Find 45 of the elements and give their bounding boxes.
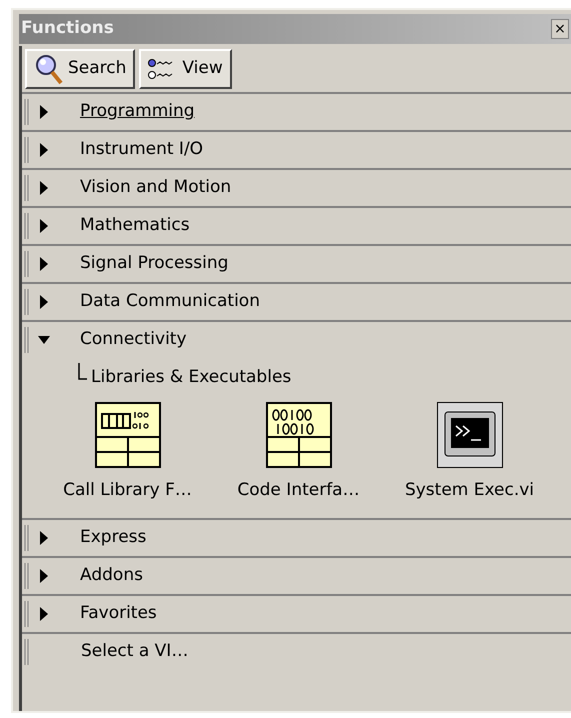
grip-icon [24,99,29,125]
subpalette-label[interactable]: Libraries & Executables [91,366,292,388]
category-item[interactable]: Addons [80,562,143,588]
grip-icon [24,524,29,550]
function-label[interactable]: System Exec.vi [404,478,534,504]
terminal-icon [436,402,502,468]
search-icon [34,53,64,85]
expand-arrow-icon[interactable] [40,257,48,271]
category-item[interactable]: Instrument I/O [80,137,204,163]
grip-icon [24,137,29,163]
collapse-arrow-icon[interactable] [38,336,50,344]
expand-arrow-icon[interactable] [40,219,48,233]
tree-branch-icon [78,363,87,380]
expand-arrow-icon[interactable] [40,606,48,620]
search-button[interactable]: Search [25,49,136,89]
category-item[interactable]: Vision and Motion [80,175,232,201]
library-call-icon [94,402,160,468]
function-label[interactable]: Call Library F… [63,478,192,504]
expand-arrow-icon[interactable] [40,105,48,119]
grip-icon [24,327,29,353]
category-item[interactable]: Programming [80,99,195,125]
view-button[interactable]: View [139,49,232,89]
expand-arrow-icon[interactable] [40,530,48,544]
expand-arrow-icon[interactable] [40,568,48,582]
category-item[interactable]: Signal Processing [80,251,228,277]
grip-icon [24,638,29,664]
grip-icon [24,251,29,277]
function-label[interactable]: Code Interfa… [237,478,360,504]
grip-icon [24,562,29,588]
category-item[interactable]: Express [80,524,146,550]
category-item[interactable]: Connectivity [80,327,187,353]
grip-icon [24,213,29,239]
grip-icon [24,175,29,201]
window-title: Functions [21,17,114,40]
menu-item[interactable]: Select a VI… [81,638,188,664]
expand-arrow-icon[interactable] [40,295,48,309]
category-item[interactable]: Mathematics [80,213,190,239]
grip-icon [24,600,29,626]
code-interface-icon [266,402,332,468]
close-button[interactable]: × [551,19,569,39]
expand-arrow-icon[interactable] [40,181,48,195]
category-item[interactable]: Favorites [80,600,157,626]
grip-icon [24,289,29,315]
category-item[interactable]: Data Communication [80,289,260,315]
expand-arrow-icon[interactable] [40,143,48,157]
